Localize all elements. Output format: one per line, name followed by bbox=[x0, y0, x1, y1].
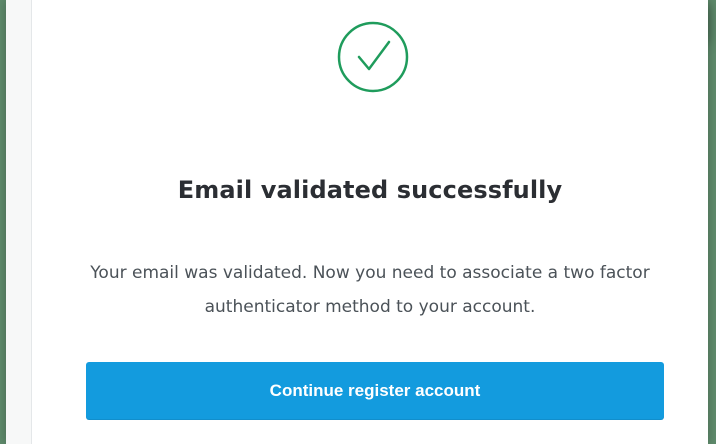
confirmation-content: Email validated successfully Your email … bbox=[32, 0, 708, 444]
continue-register-account-button[interactable]: Continue register account bbox=[86, 362, 664, 420]
success-title: Email validated successfully bbox=[177, 176, 563, 204]
check-circle-icon bbox=[337, 21, 409, 93]
card-left-border bbox=[6, 0, 32, 444]
success-message: Your email was validated. Now you need t… bbox=[90, 263, 650, 317]
confirmation-card: Email validated successfully Your email … bbox=[6, 0, 708, 444]
